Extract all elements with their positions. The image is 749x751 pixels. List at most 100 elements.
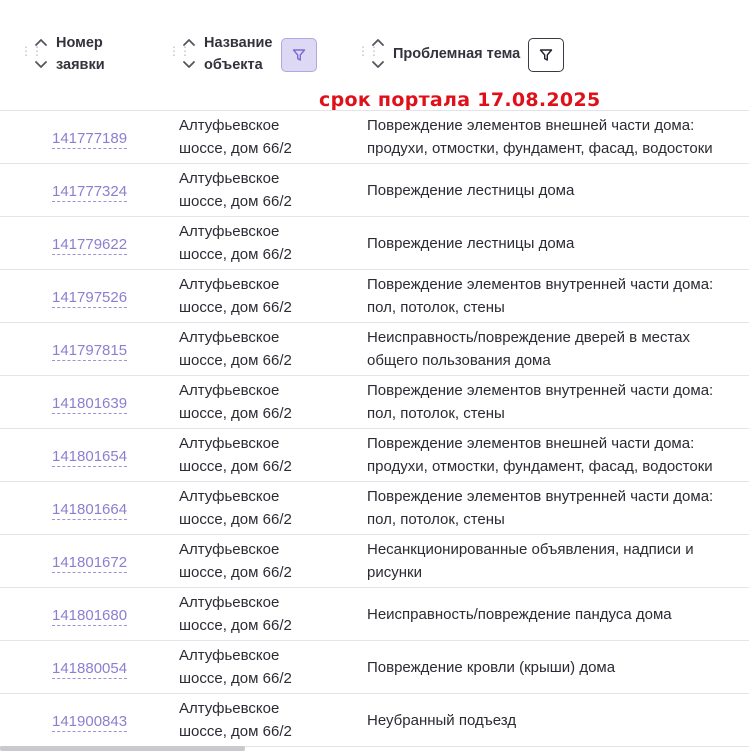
request-number-cell: 141801664 bbox=[52, 482, 128, 534]
column-drag-handle-object[interactable]: ⋮⋮ bbox=[168, 45, 191, 62]
sort-asc-icon bbox=[372, 39, 384, 46]
object-name-cell: Алтуфьевское шоссе, дом 66/2 bbox=[179, 482, 349, 534]
problem-topic-cell: Повреждение лестницы дома bbox=[367, 181, 575, 199]
table-row: 141779622 Алтуфьевское шоссе, дом 66/2 Повр… bbox=[0, 217, 749, 270]
request-number-link[interactable]: 141880054 bbox=[52, 660, 128, 679]
object-name-cell: Алтуфьевское шоссе, дом 66/2 bbox=[179, 323, 349, 375]
request-number-link[interactable]: 141801680 bbox=[52, 607, 128, 626]
horizontal-scrollbar[interactable] bbox=[0, 746, 245, 751]
object-name-cell: Алтуфьевское шоссе, дом 66/2 bbox=[179, 376, 349, 428]
table-row: 141797815 Алтуфьевское шоссе, дом 66/2 Неис… bbox=[0, 323, 749, 376]
sort-number-control[interactable] bbox=[34, 36, 48, 72]
table-row: 141880054 Алтуфьевское шоссе, дом 66/2 Повр… bbox=[0, 641, 749, 694]
object-name-line: шоссе, дом 66/2 bbox=[179, 670, 292, 687]
column-header-topic[interactable]: Проблемная тема bbox=[393, 43, 520, 65]
table-row: 141797526 Алтуфьевское шоссе, дом 66/2 Повр… bbox=[0, 270, 749, 323]
request-number-link[interactable]: 141801654 bbox=[52, 448, 128, 467]
request-number-cell: 141797815 bbox=[52, 323, 128, 375]
request-number-cell: 141777324 bbox=[52, 164, 128, 216]
problem-topic-cell: Неисправность/повреждение дверей в места… bbox=[367, 329, 691, 369]
request-number-link[interactable]: 141779622 bbox=[52, 236, 128, 255]
problem-topic-cell: Повреждение элементов внешней части дома… bbox=[367, 117, 713, 157]
object-name-cell: Алтуфьевское шоссе, дом 66/2 bbox=[179, 588, 349, 640]
problem-topic-cell: Повреждение элементов внутренней части д… bbox=[367, 382, 714, 422]
object-name-line: Алтуфьевское bbox=[179, 329, 280, 346]
object-name-line: шоссе, дом 66/2 bbox=[179, 617, 292, 634]
column-drag-handle-number[interactable]: ⋮⋮ bbox=[20, 45, 43, 62]
object-name-cell: Алтуфьевское шоссе, дом 66/2 bbox=[179, 535, 349, 587]
request-number-link[interactable]: 141797526 bbox=[52, 289, 128, 308]
object-name-line: Алтуфьевское bbox=[179, 117, 280, 134]
sort-topic-control[interactable] bbox=[371, 36, 385, 72]
request-number-cell: 141900843 bbox=[52, 694, 128, 746]
object-name-line: Алтуфьевское bbox=[179, 382, 280, 399]
object-name-line: шоссе, дом 66/2 bbox=[179, 246, 292, 263]
table-row: 141801664 Алтуфьевское шоссе, дом 66/2 Повр… bbox=[0, 482, 749, 535]
object-name-line: Алтуфьевское bbox=[179, 223, 280, 240]
column-header-object[interactable]: Название объекта bbox=[204, 32, 272, 76]
problem-topic-cell: Неубранный подъезд bbox=[367, 711, 517, 729]
object-name-line: шоссе, дом 66/2 bbox=[179, 140, 292, 157]
object-name-cell: Алтуфьевское шоссе, дом 66/2 bbox=[179, 217, 349, 269]
request-number-link[interactable]: 141801672 bbox=[52, 554, 128, 573]
table-row: 141801639 Алтуфьевское шоссе, дом 66/2 Повр… bbox=[0, 376, 749, 429]
filter-topic-button[interactable] bbox=[528, 38, 564, 72]
object-name-line: Алтуфьевское bbox=[179, 488, 280, 505]
object-name-line: шоссе, дом 66/2 bbox=[179, 405, 292, 422]
request-number-cell: 141801672 bbox=[52, 535, 128, 587]
table-row: 141801672 Алтуфьевское шоссе, дом 66/2 Неса… bbox=[0, 535, 749, 588]
object-name-cell: Алтуфьевское шоссе, дом 66/2 bbox=[179, 641, 349, 693]
column-drag-handle-topic[interactable]: ⋮⋮ bbox=[357, 45, 380, 62]
object-name-line: шоссе, дом 66/2 bbox=[179, 193, 292, 210]
table-row: 141777324 Алтуфьевское шоссе, дом 66/2 Повр… bbox=[0, 164, 749, 217]
object-name-line: шоссе, дом 66/2 bbox=[179, 458, 292, 475]
request-number-link[interactable]: 141777189 bbox=[52, 130, 128, 149]
object-name-line: Алтуфьевское bbox=[179, 541, 280, 558]
filter-object-button[interactable] bbox=[281, 38, 317, 72]
table-row: 141900843 Алтуфьевское шоссе, дом 66/2 Неуб… bbox=[0, 694, 749, 747]
object-name-line: шоссе, дом 66/2 bbox=[179, 352, 292, 369]
object-name-cell: Алтуфьевское шоссе, дом 66/2 bbox=[179, 111, 349, 163]
problem-topic-cell: Повреждение лестницы дома bbox=[367, 234, 575, 252]
sort-object-control[interactable] bbox=[182, 36, 196, 72]
object-name-line: Алтуфьевское bbox=[179, 435, 280, 452]
column-header-number[interactable]: Номер заявки bbox=[56, 32, 105, 76]
problem-topic-cell: Повреждение элементов внутренней части д… bbox=[367, 488, 714, 528]
object-name-line: Алтуфьевское bbox=[179, 594, 280, 611]
request-number-link[interactable]: 141801639 bbox=[52, 395, 128, 414]
object-name-line: Алтуфьевское bbox=[179, 700, 280, 717]
problem-topic-cell: Повреждение элементов внутренней части д… bbox=[367, 276, 714, 316]
table-row: 141777189 Алтуфьевское шоссе, дом 66/2 Повр… bbox=[0, 111, 749, 164]
request-number-cell: 141801639 bbox=[52, 376, 128, 428]
request-number-link[interactable]: 141900843 bbox=[52, 713, 128, 732]
sort-desc-icon bbox=[35, 61, 47, 68]
problem-topic-cell: Повреждение кровли (крыши) дома bbox=[367, 658, 616, 676]
sort-asc-icon bbox=[35, 39, 47, 46]
filter-icon bbox=[292, 49, 306, 61]
object-name-line: шоссе, дом 66/2 bbox=[179, 723, 292, 740]
object-name-line: шоссе, дом 66/2 bbox=[179, 299, 292, 316]
request-number-cell: 141801680 bbox=[52, 588, 128, 640]
object-name-line: Алтуфьевское bbox=[179, 170, 280, 187]
object-name-cell: Алтуфьевское шоссе, дом 66/2 bbox=[179, 694, 349, 746]
request-number-link[interactable]: 141797815 bbox=[52, 342, 128, 361]
problem-topic-cell: Неисправность/повреждение пандуса дома bbox=[367, 605, 672, 623]
object-name-line: шоссе, дом 66/2 bbox=[179, 564, 292, 581]
request-number-cell: 141797526 bbox=[52, 270, 128, 322]
object-name-line: шоссе, дом 66/2 bbox=[179, 511, 292, 528]
request-number-cell: 141880054 bbox=[52, 641, 128, 693]
object-name-cell: Алтуфьевское шоссе, дом 66/2 bbox=[179, 164, 349, 216]
table-row: 141801680 Алтуфьевское шоссе, дом 66/2 Неис… bbox=[0, 588, 749, 641]
request-number-link[interactable]: 141801664 bbox=[52, 501, 128, 520]
deadline-note: срок портала 17.08.2025 bbox=[319, 89, 601, 111]
table-body: 141777189 Алтуфьевское шоссе, дом 66/2 Повр… bbox=[0, 111, 749, 747]
request-number-cell: 141801654 bbox=[52, 429, 128, 481]
request-number-link[interactable]: 141777324 bbox=[52, 183, 128, 202]
request-number-cell: 141777189 bbox=[52, 111, 128, 163]
sort-desc-icon bbox=[183, 61, 195, 68]
request-number-cell: 141779622 bbox=[52, 217, 128, 269]
problem-topic-cell: Несанкционированные объявления, надписи … bbox=[367, 541, 694, 581]
object-name-line: Алтуфьевское bbox=[179, 647, 280, 664]
filter-icon bbox=[539, 49, 553, 61]
sort-desc-icon bbox=[372, 61, 384, 68]
